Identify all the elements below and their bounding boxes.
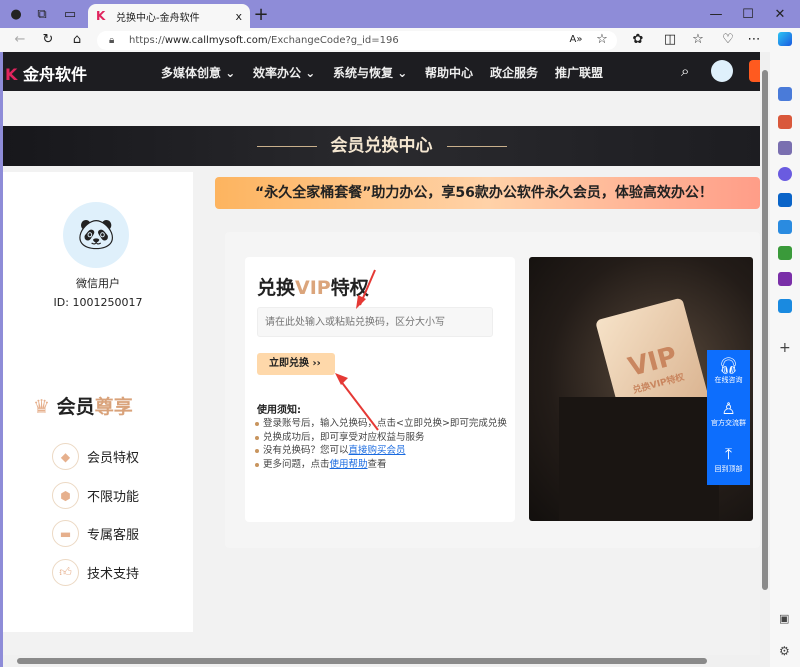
user-name: 微信用户	[3, 275, 193, 291]
help-link[interactable]: 使用帮助	[330, 459, 368, 470]
user-avatar-large: 🐼︎	[63, 202, 129, 268]
more-icon[interactable]: ⋯	[746, 32, 762, 48]
headset-icon: 🎧︎	[707, 356, 750, 375]
extensions-icon[interactable]: ✿	[630, 32, 646, 48]
qq-group-button[interactable]: ♙官方交流群	[707, 395, 750, 440]
url-domain: www.callmysoft.com	[165, 35, 268, 46]
site-brand[interactable]: K 金舟软件	[5, 61, 87, 85]
buy-member-link[interactable]: 直接购买会员	[349, 445, 406, 456]
settings-gear-icon[interactable]: ⚙	[779, 644, 790, 658]
chat-icon: ▬	[52, 520, 79, 547]
browser-essentials-icon[interactable]: ♡	[720, 32, 736, 48]
qq-penguin-icon: ♙	[707, 399, 750, 418]
maximize-button[interactable]: ☐	[740, 7, 756, 23]
promo-banner[interactable]: “永久全家桶套餐”助力办公，享56款办公软件永久会员，体验高效办公！	[215, 177, 760, 209]
thumbs-up-icon: 👍︎	[52, 559, 79, 586]
read-aloud-icon[interactable]: A»	[568, 32, 584, 48]
feature-unlimited: ⬢不限功能	[52, 482, 139, 509]
annotation-arrows	[330, 265, 390, 435]
horizontal-scrollbar[interactable]	[3, 655, 770, 667]
m365-icon[interactable]	[778, 167, 792, 181]
nav-office[interactable]: 效率办公 ⌄	[253, 64, 315, 81]
banner-title: 会员兑换中心	[331, 136, 433, 156]
tab-close-button[interactable]: x	[235, 10, 242, 23]
search-icon[interactable]: ⌕	[681, 62, 689, 80]
skype-icon[interactable]	[778, 299, 792, 313]
tab-title: 兑换中心-金舟软件	[116, 9, 200, 24]
feature-service: ▬专属客服	[52, 520, 139, 547]
floating-toolbar: 🎧︎在线咨询 ♙官方交流群 ⤒回到顶部	[707, 350, 750, 485]
arrow-up-icon: ⤒	[707, 444, 750, 464]
back-icon[interactable]: ←	[12, 32, 28, 48]
crown-icon: ♛	[33, 396, 50, 418]
notes-title: 使用须知:	[257, 401, 301, 416]
nav-affiliate[interactable]: 推广联盟	[555, 64, 603, 81]
diamond-icon: ◆	[52, 443, 79, 470]
send-icon[interactable]	[778, 220, 792, 234]
back-to-top-button[interactable]: ⤒回到顶部	[707, 440, 750, 485]
favorite-star-icon[interactable]: ☆	[594, 32, 610, 48]
workspaces-icon[interactable]: ⧉	[34, 7, 50, 23]
favorites-icon[interactable]: ☆	[690, 32, 706, 48]
nav-system[interactable]: 系统与恢复 ⌄	[333, 64, 407, 81]
close-button[interactable]: ✕	[772, 7, 788, 23]
note-item: 更多问题，点击使用帮助查看	[253, 458, 515, 472]
note-item: 没有兑换码？您可以直接购买会员	[253, 444, 515, 458]
shopping-tag-icon[interactable]	[778, 87, 792, 101]
brand-name: 金舟软件	[23, 65, 87, 84]
tab-active[interactable]: K 兑换中心-金舟软件 x	[88, 4, 250, 28]
gift-box	[559, 397, 719, 521]
minimize-button[interactable]: —	[708, 7, 724, 23]
member-title: ♛ 会员尊享	[33, 392, 133, 419]
feature-privilege: ◆会员特权	[52, 443, 139, 470]
profile-icon[interactable]: ●	[8, 7, 24, 23]
home-icon[interactable]: ⌂	[69, 32, 85, 48]
url-path: /ExchangeCode?g_id=196	[268, 35, 399, 46]
user-avatar[interactable]	[711, 60, 733, 82]
nav-enterprise[interactable]: 政企服务	[490, 64, 538, 81]
tree-icon[interactable]	[778, 246, 792, 260]
vertical-scrollbar[interactable]	[760, 52, 770, 655]
tab-actions-icon[interactable]: ▭	[62, 7, 78, 23]
box-icon: ⬢	[52, 482, 79, 509]
tools-icon[interactable]	[778, 115, 792, 129]
hide-sidebar-icon[interactable]: ▣	[779, 612, 789, 625]
outlook-icon[interactable]	[778, 193, 792, 207]
onenote-icon[interactable]	[778, 272, 792, 286]
copilot-icon[interactable]	[778, 32, 792, 46]
exchange-banner: 会员兑换中心	[3, 126, 760, 166]
site-logo-icon: K	[96, 10, 108, 22]
games-icon[interactable]	[778, 141, 792, 155]
consult-button[interactable]: 🎧︎在线咨询	[707, 350, 750, 395]
site-nav: K 金舟软件 多媒体创意 ⌄ 效率办公 ⌄ 系统与恢复 ⌄ 帮助中心 政企服务 …	[3, 52, 760, 91]
redeem-button[interactable]: 立即兑换 ››	[257, 353, 335, 375]
feature-support: 👍︎技术支持	[52, 559, 139, 586]
user-id: ID: 1001250017	[3, 296, 193, 309]
nav-multimedia[interactable]: 多媒体创意 ⌄	[161, 64, 235, 81]
add-sidebar-icon[interactable]: +	[779, 340, 791, 356]
cta-button[interactable]	[749, 60, 760, 82]
nav-help[interactable]: 帮助中心	[425, 64, 473, 81]
brand-logo-icon: K	[5, 65, 17, 84]
split-screen-icon[interactable]: ◫	[662, 32, 678, 48]
url-prefix: https://	[129, 35, 165, 46]
lock-icon: 🔒︎	[109, 31, 114, 50]
address-bar[interactable]: 🔒︎ https://www.callmysoft.com/ExchangeCo…	[97, 31, 617, 50]
new-tab-button[interactable]: +	[253, 7, 269, 23]
refresh-icon[interactable]: ↻	[40, 32, 56, 48]
